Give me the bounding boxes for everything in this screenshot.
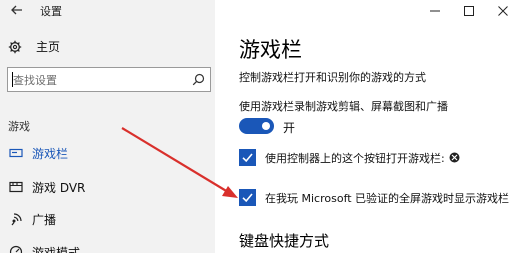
fullscreen-game-option: 在我玩 Microsoft 已验证的全屏游戏时显示游戏栏 [239,189,509,206]
main-content: 游戏栏 控制游戏栏打开和识别你的游戏的方式 使用游戏栏录制游戏剪辑、屏幕截图和广… [215,0,520,253]
close-icon [498,6,508,16]
sidebar-item-game-bar[interactable]: 游戏栏 [0,141,215,165]
minimize-icon [430,10,440,12]
settings-sidebar: 设置 主页 查找设置 游戏 游戏栏 游戏 DVR 广播 游戏模式 [0,0,215,253]
gear-icon [8,40,22,53]
fullscreen-game-checkbox[interactable] [239,189,256,206]
home-nav-item[interactable]: 主页 [8,38,60,55]
sidebar-item-label: 游戏模式 [32,245,81,253]
controller-button-label: 使用控制器上的这个按钮打开游戏栏: [265,151,445,165]
maximize-icon [464,6,474,16]
back-arrow-icon[interactable] [10,3,24,17]
controller-button-checkbox[interactable] [239,149,256,166]
sidebar-item-label: 游戏 DVR [32,180,86,195]
search-placeholder: 查找设置 [13,74,57,87]
maximize-button[interactable] [452,0,486,22]
keyboard-shortcuts-heading: 键盘快捷方式 [239,232,330,250]
toggle-knob [262,122,270,130]
checkmark-icon [242,153,253,163]
title-bar: 设置 [0,0,215,22]
section-label-games: 游戏 [8,120,30,133]
close-button[interactable] [486,0,520,22]
search-input[interactable]: 查找设置 [7,67,211,92]
toggle-state-text: 开 [283,121,296,135]
sidebar-item-game-mode[interactable]: 游戏模式 [0,240,215,253]
minimize-button[interactable] [418,0,452,22]
dvr-icon [9,181,23,193]
search-icon[interactable] [192,73,205,86]
fullscreen-game-label: 在我玩 Microsoft 已验证的全屏游戏时显示游戏栏 [265,191,510,205]
record-toggle-label: 使用游戏栏录制游戏剪辑、屏幕截图和广播 [239,100,448,113]
controller-button-option: 使用控制器上的这个按钮打开游戏栏: [239,149,460,166]
window-controls [418,0,520,22]
sidebar-item-label: 游戏栏 [32,146,69,161]
page-title: 游戏栏 [239,38,302,62]
broadcast-icon [11,213,22,226]
game-bar-icon [9,148,23,158]
sidebar-item-game-dvr[interactable]: 游戏 DVR [0,175,215,199]
checkmark-icon [242,193,253,203]
page-description: 控制游戏栏打开和识别你的游戏的方式 [239,71,426,84]
sidebar-item-broadcast[interactable]: 广播 [0,207,215,231]
game-mode-icon [9,245,23,253]
window-title: 设置 [40,5,62,18]
record-toggle[interactable] [239,118,274,134]
sidebar-item-label: 广播 [32,212,57,227]
home-label: 主页 [36,40,61,54]
xbox-icon [449,152,460,163]
